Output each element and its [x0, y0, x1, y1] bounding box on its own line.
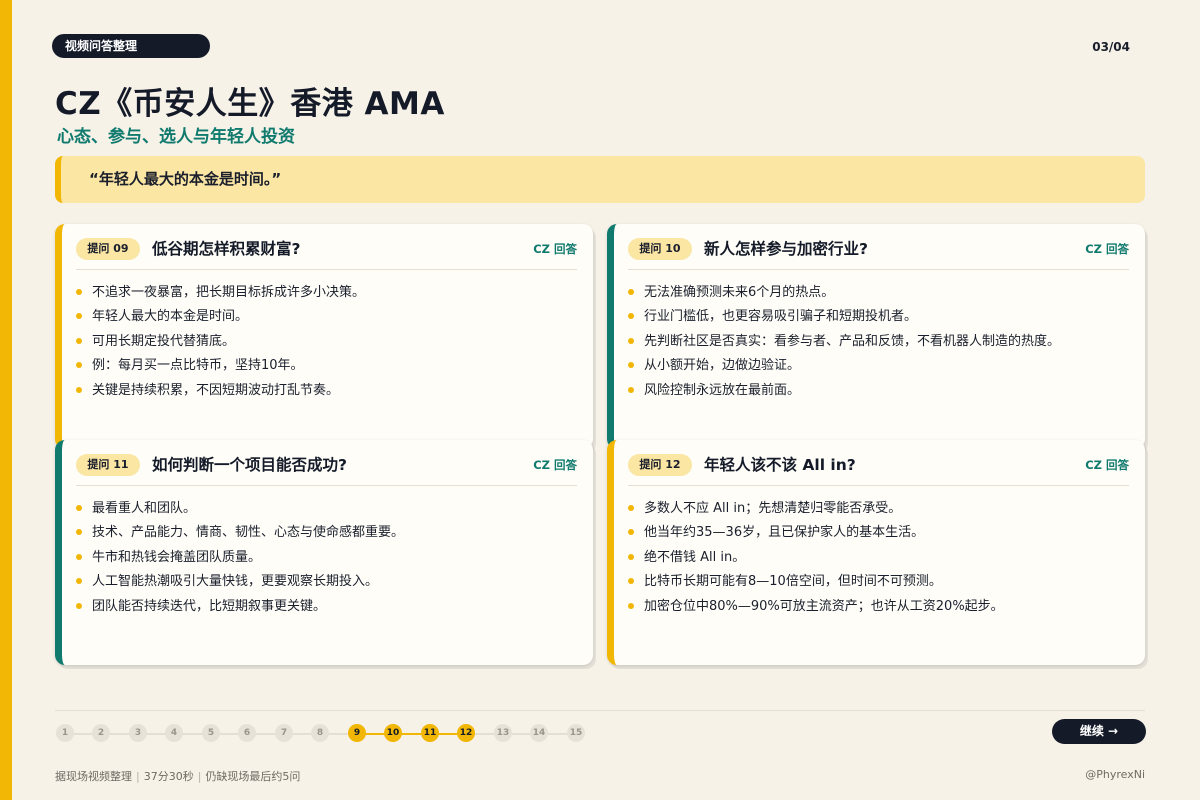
- qa-card-10: 提问 10 新人怎样参与加密行业? CZ 回答 无法准确预测未来6个月的热点。 …: [607, 224, 1145, 449]
- progress-dot-14[interactable]: 14: [530, 724, 548, 742]
- answer-item: 年轻人最大的本金是时间。: [76, 305, 581, 329]
- question-badge: 提问 10: [628, 238, 692, 260]
- card-header: 提问 10 新人怎样参与加密行业? CZ 回答: [628, 238, 1129, 270]
- question-title: 新人怎样参与加密行业?: [704, 240, 868, 258]
- answer-item: 行业门槛低，也更容易吸引骗子和短期投机者。: [628, 305, 1133, 329]
- footer-separator: |: [136, 770, 140, 783]
- quote-banner: “年轻人最大的本金是时间。”: [55, 156, 1145, 203]
- progress-dot-12[interactable]: 12: [457, 724, 475, 742]
- progress-dot-1[interactable]: 1: [56, 724, 74, 742]
- question-badge: 提问 12: [628, 454, 692, 476]
- footer-source: 据现场视频整理 | 37分30秒 | 仍缺现场最后约5问: [55, 768, 300, 784]
- answer-item: 无法准确预测未来6个月的热点。: [628, 281, 1133, 305]
- left-accent-bar: [0, 0, 12, 800]
- progress-dot-11[interactable]: 11: [421, 724, 439, 742]
- answer-item: 例：每月买一点比特币，坚持10年。: [76, 354, 581, 378]
- answer-item: 风险控制永远放在最前面。: [628, 379, 1133, 403]
- footer-duration: 37分30秒: [143, 770, 194, 783]
- answer-list: 最看重人和团队。 技术、产品能力、情商、韧性、心态与使命感都重要。 牛市和热钱会…: [76, 497, 581, 619]
- category-tag: 视频问答整理: [52, 34, 210, 58]
- answer-item: 先判断社区是否真实：看参与者、产品和反馈，不看机器人制造的热度。: [628, 330, 1133, 354]
- answer-item: 不追求一夜暴富，把长期目标拆成许多小决策。: [76, 281, 581, 305]
- progress-dot-3[interactable]: 3: [129, 724, 147, 742]
- progress-dot-7[interactable]: 7: [275, 724, 293, 742]
- page-title: CZ《币安人生》香港 AMA: [55, 86, 445, 122]
- answer-item: 他当年约35—36岁，且已保护家人的基本生活。: [628, 521, 1133, 545]
- progress-dot-10[interactable]: 10: [384, 724, 402, 742]
- answer-item: 最看重人和团队。: [76, 497, 581, 521]
- progress-dot-5[interactable]: 5: [202, 724, 220, 742]
- answer-item: 加密仓位中80%—90%可放主流资产；也许从工资20%起步。: [628, 595, 1133, 619]
- card-header: 提问 12 年轻人该不该 All in? CZ 回答: [628, 454, 1129, 486]
- footer-source-text: 据现场视频整理: [55, 770, 132, 783]
- progress-dot-6[interactable]: 6: [238, 724, 256, 742]
- card-header: 提问 11 如何判断一个项目能否成功? CZ 回答: [76, 454, 577, 486]
- answer-list: 无法准确预测未来6个月的热点。 行业门槛低，也更容易吸引骗子和短期投机者。 先判…: [628, 281, 1133, 403]
- answer-item: 多数人不应 All in；先想清楚归零能否承受。: [628, 497, 1133, 521]
- footer-separator: |: [197, 770, 202, 783]
- answer-label: CZ 回答: [533, 242, 577, 256]
- page-subtitle: 心态、参与、选人与年轻人投资: [57, 127, 295, 147]
- question-title: 如何判断一个项目能否成功?: [152, 456, 347, 474]
- qa-card-09: 提问 09 低谷期怎样积累财富? CZ 回答 不追求一夜暴富，把长期目标拆成许多…: [55, 224, 593, 449]
- answer-label: CZ 回答: [1085, 242, 1129, 256]
- answer-item: 技术、产品能力、情商、韧性、心态与使命感都重要。: [76, 521, 581, 545]
- author-handle: @PhyrexNi: [1085, 768, 1145, 781]
- answer-label: CZ 回答: [1085, 458, 1129, 472]
- continue-button[interactable]: 继续 →: [1052, 719, 1146, 744]
- progress-dot-13[interactable]: 13: [494, 724, 512, 742]
- answer-item: 牛市和热钱会掩盖团队质量。: [76, 546, 581, 570]
- answer-item: 团队能否持续迭代，比短期叙事更关键。: [76, 595, 581, 619]
- answer-label: CZ 回答: [533, 458, 577, 472]
- progress-dot-4[interactable]: 4: [165, 724, 183, 742]
- footer-note: 仍缺现场最后约5问: [205, 770, 301, 783]
- card-header: 提问 09 低谷期怎样积累财富? CZ 回答: [76, 238, 577, 270]
- answer-item: 人工智能热潮吸引大量快钱，更要观察长期投入。: [76, 570, 581, 594]
- answer-item: 从小额开始，边做边验证。: [628, 354, 1133, 378]
- answer-item: 绝不借钱 All in。: [628, 546, 1133, 570]
- progress-dot-8[interactable]: 8: [311, 724, 329, 742]
- page-indicator: 03/04: [1092, 40, 1130, 54]
- question-badge: 提问 09: [76, 238, 140, 260]
- footer-divider: [55, 710, 1145, 711]
- progress-track-active: [357, 733, 467, 735]
- answer-list: 多数人不应 All in；先想清楚归零能否承受。 他当年约35—36岁，且已保护…: [628, 497, 1133, 619]
- qa-card-12: 提问 12 年轻人该不该 All in? CZ 回答 多数人不应 All in；…: [607, 440, 1145, 665]
- progress-dot-15[interactable]: 15: [567, 724, 585, 742]
- question-title: 低谷期怎样积累财富?: [152, 240, 301, 258]
- qa-card-11: 提问 11 如何判断一个项目能否成功? CZ 回答 最看重人和团队。 技术、产品…: [55, 440, 593, 665]
- question-badge: 提问 11: [76, 454, 140, 476]
- answer-list: 不追求一夜暴富，把长期目标拆成许多小决策。 年轻人最大的本金是时间。 可用长期定…: [76, 281, 581, 403]
- answer-item: 可用长期定投代替猜底。: [76, 330, 581, 354]
- answer-item: 比特币长期可能有8—10倍空间，但时间不可预测。: [628, 570, 1133, 594]
- progress-dot-9[interactable]: 9: [348, 724, 366, 742]
- progress-dot-2[interactable]: 2: [92, 724, 110, 742]
- question-title: 年轻人该不该 All in?: [704, 456, 856, 474]
- answer-item: 关键是持续积累，不因短期波动打乱节奏。: [76, 379, 581, 403]
